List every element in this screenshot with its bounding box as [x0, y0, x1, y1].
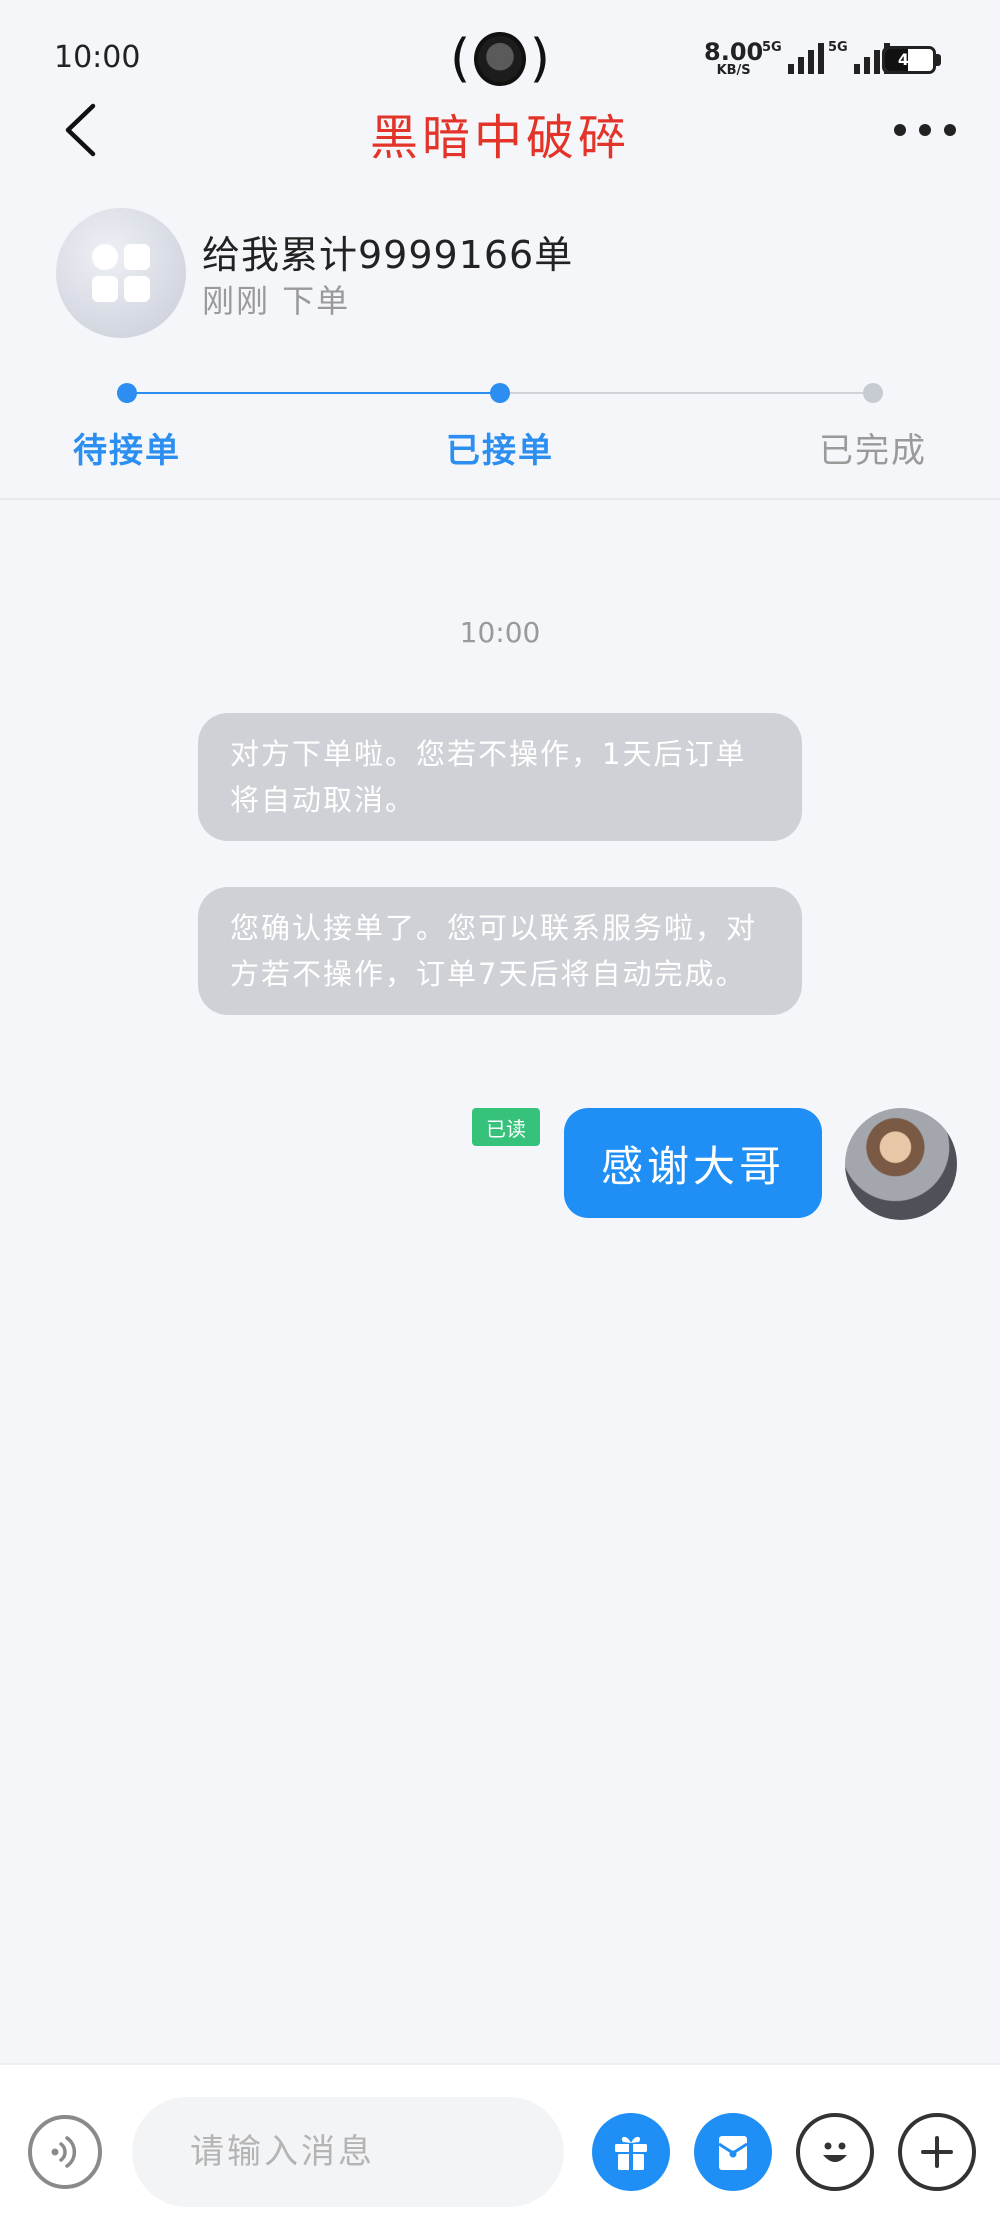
battery-icon: 47 [882, 46, 936, 74]
network-speed: 8.00 KB/S [704, 40, 763, 77]
step-dot [863, 383, 883, 403]
divider [0, 498, 1000, 500]
red-packet-icon [718, 2136, 748, 2170]
battery-label: 47 [897, 50, 921, 69]
progress-line-todo [500, 392, 873, 394]
network-speed-value: 8.00 [704, 38, 764, 66]
message-input[interactable] [132, 2097, 564, 2207]
plus-icon [921, 2136, 953, 2168]
more-button[interactable] [890, 110, 960, 150]
signal-sim1-icon: 5G [762, 40, 824, 74]
order-subtitle: 刚刚 下单 [202, 282, 351, 320]
page-title: 黑暗中破碎 [369, 110, 630, 166]
input-bar [0, 2063, 1000, 2235]
system-message: 您确认接单了。您可以联系服务啦，对方若不操作，订单7天后将自动完成。 [198, 887, 802, 1015]
system-message: 对方下单啦。您若不操作，1天后订单将自动取消。 [198, 713, 802, 841]
voice-icon [51, 2136, 77, 2168]
chat-timestamp: 10:00 [459, 616, 541, 649]
sim1-tag: 5G [762, 40, 782, 55]
order-header: 给我累计9999166单 刚刚 下单 [0, 200, 1000, 350]
live-avatar-indicator: ( ) [450, 28, 550, 90]
battery-cap [936, 54, 941, 66]
my-message-bubble[interactable]: 感谢大哥 [564, 1108, 822, 1218]
more-dots-icon [894, 124, 906, 136]
step-label-accepted: 已接单 [446, 431, 554, 471]
voice-button[interactable] [28, 2115, 102, 2189]
order-progress: 待接单 已接单 已完成 [0, 365, 1000, 485]
emoji-icon [823, 2142, 847, 2162]
progress-line-done [127, 392, 500, 394]
live-avatar-icon [474, 32, 526, 86]
gift-icon [615, 2136, 647, 2170]
close-paren-glyph: ) [529, 29, 550, 89]
red-packet-button[interactable] [694, 2113, 772, 2191]
step-label-pending: 待接单 [73, 431, 181, 471]
step-dot [117, 383, 137, 403]
step-dot [490, 383, 510, 403]
my-avatar[interactable] [845, 1108, 957, 1220]
gift-button[interactable] [592, 2113, 670, 2191]
plus-button[interactable] [898, 2113, 976, 2191]
order-title: 给我累计9999166单 [202, 233, 574, 277]
status-time: 10:00 [54, 40, 141, 75]
emoji-button[interactable] [796, 2113, 874, 2191]
read-badge: 已读 [472, 1108, 540, 1146]
sim2-tag: 5G [828, 40, 848, 55]
nav-bar: 黑暗中破碎 [0, 90, 1000, 170]
signal-sim2-icon: 5G [828, 40, 890, 74]
step-label-completed: 已完成 [819, 431, 927, 471]
open-paren-glyph: ( [450, 29, 471, 89]
app-grid-icon[interactable] [56, 208, 186, 338]
